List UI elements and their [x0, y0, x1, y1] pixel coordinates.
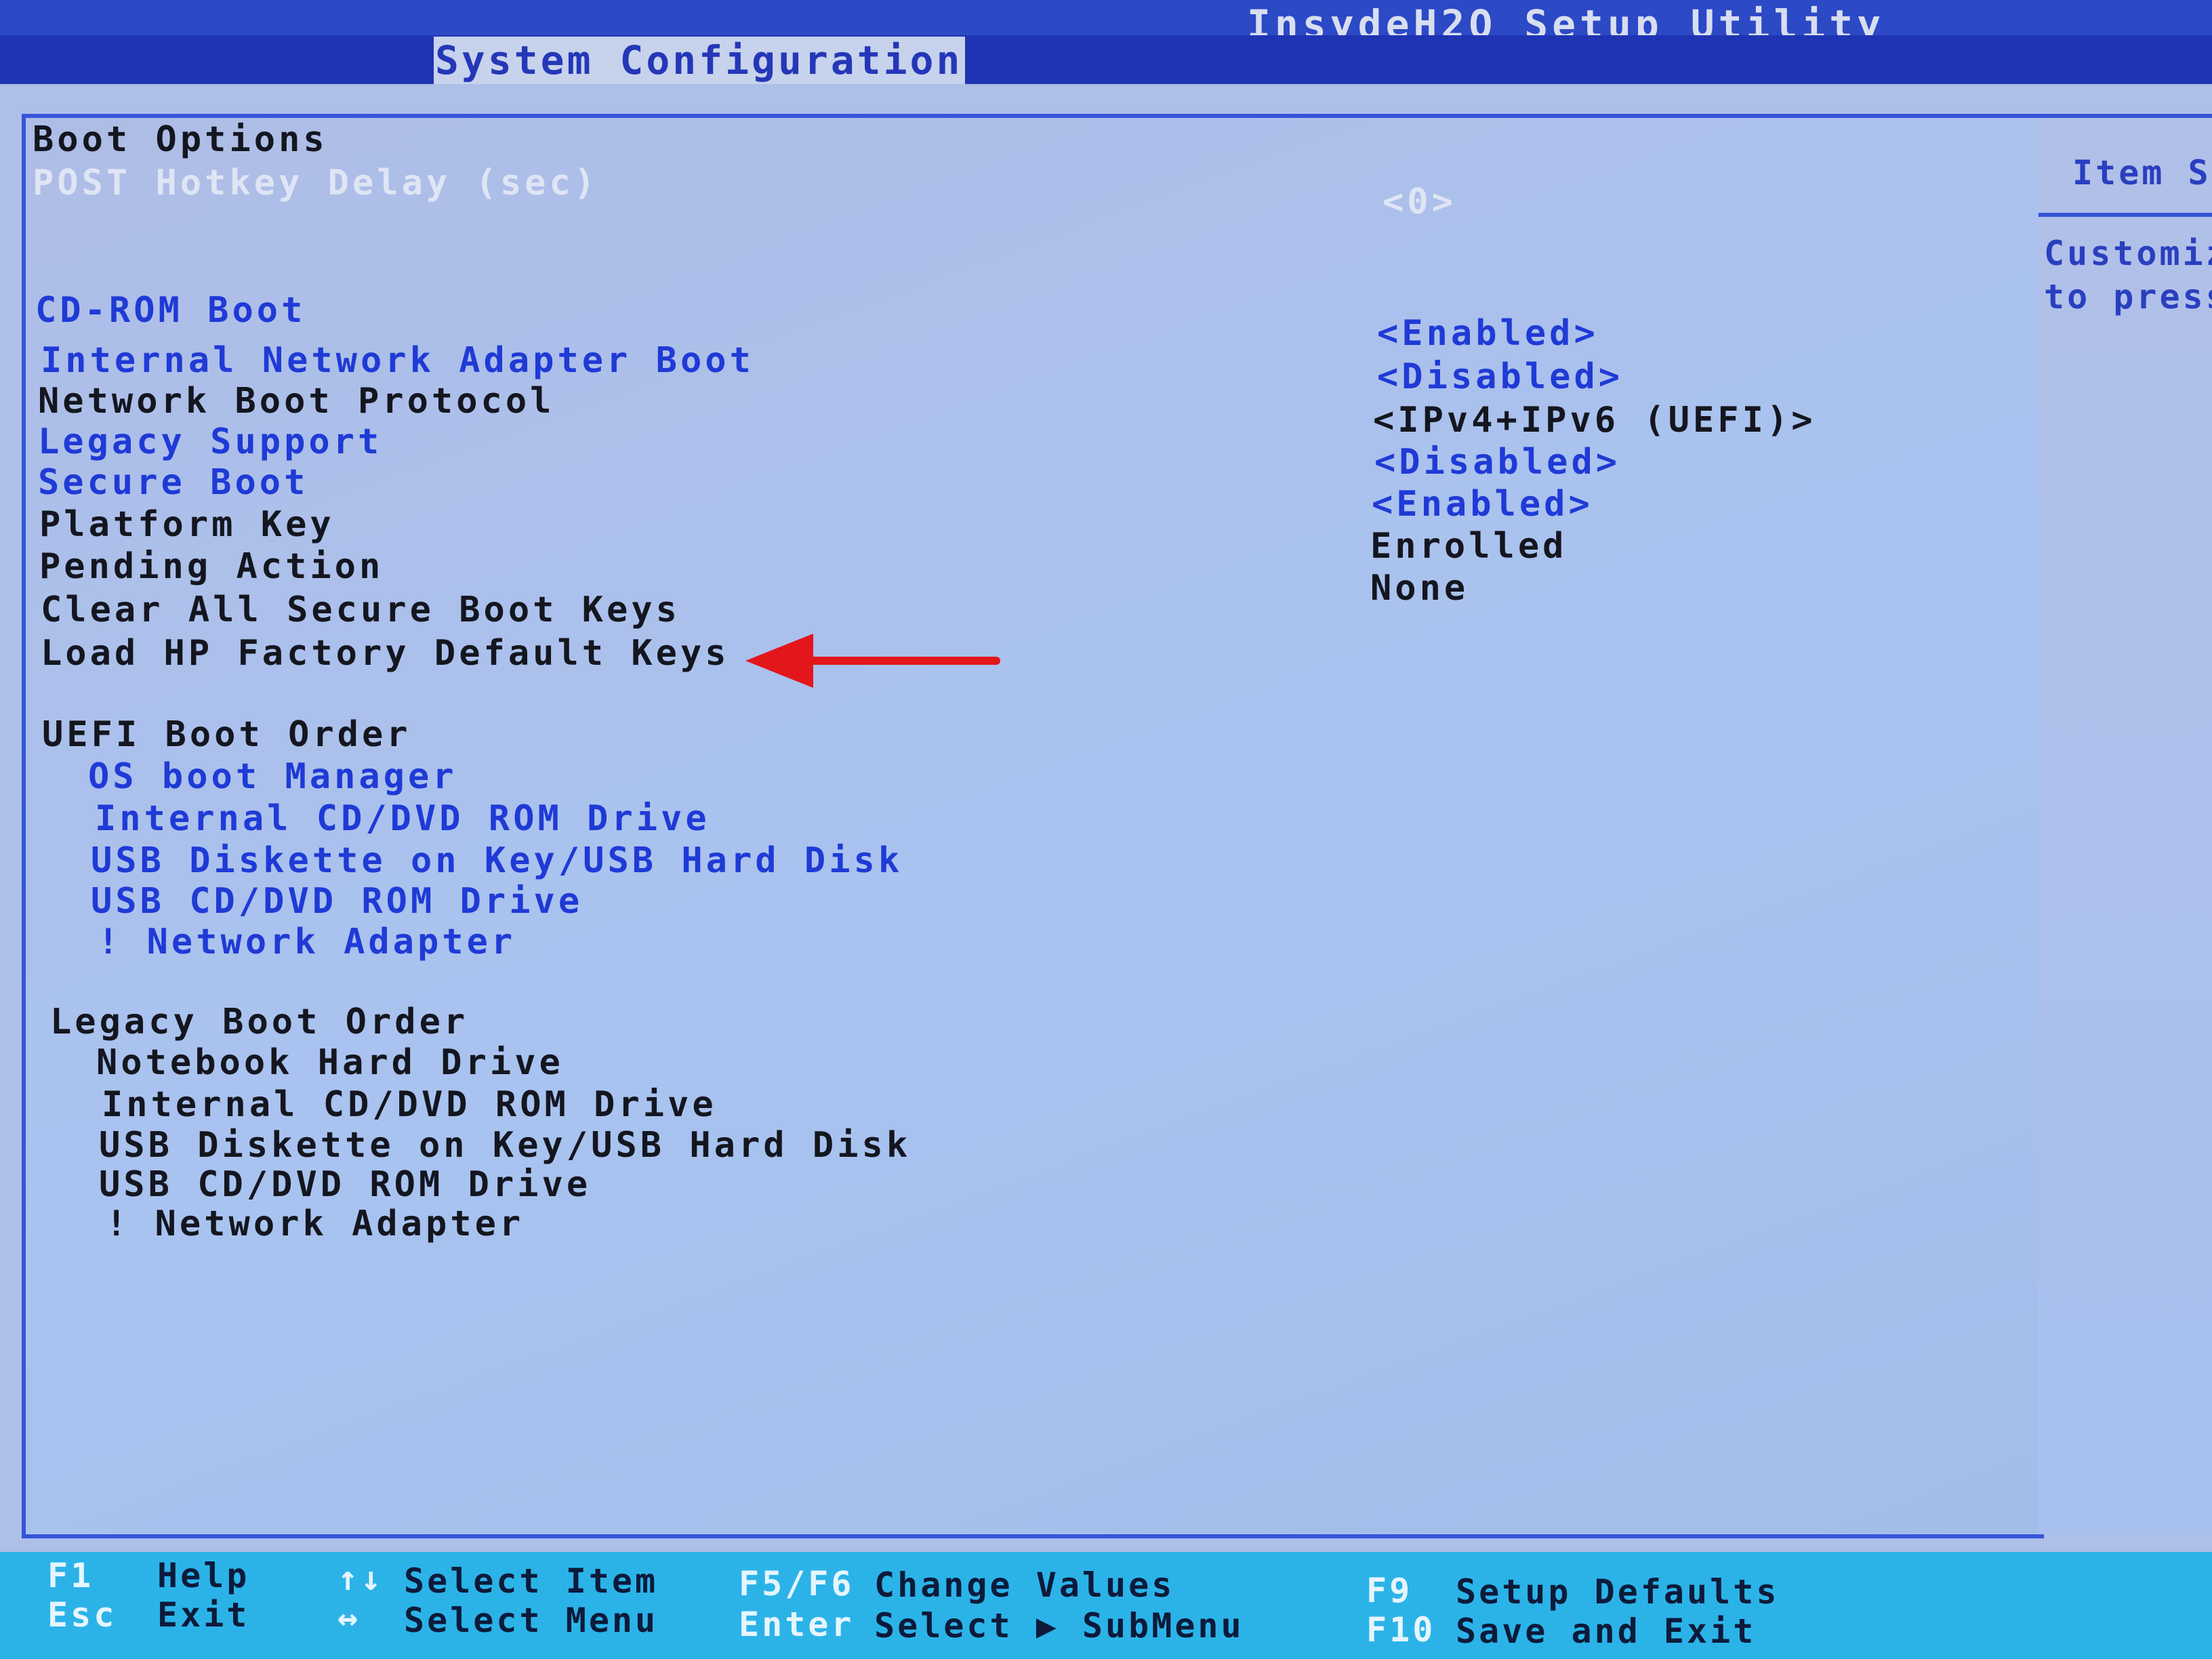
uefi-boot-item-usb-diskette[interactable]: USB Diskette on Key/USB Hard Disk [91, 840, 903, 881]
footer-desc-select-menu: Select Menu [404, 1601, 659, 1640]
footer-key-esc: Esc [47, 1595, 117, 1635]
tab-system-configuration[interactable]: System Configuration [434, 37, 966, 84]
footer-key-up-down: ↑↓ [337, 1559, 384, 1598]
legacy-boot-item-notebook-hdd: Notebook Hard Drive [96, 1042, 564, 1083]
section-title-boot-options: Boot Options [33, 119, 328, 160]
setting-platform-key-label: Platform Key [39, 504, 335, 545]
uefi-boot-item-internal-cd-dvd[interactable]: Internal CD/DVD ROM Drive [95, 798, 710, 839]
footer-key-f5-f6: F5/F6 [739, 1564, 855, 1603]
setting-network-boot-protocol-label: Network Boot Protocol [38, 381, 555, 422]
setting-secure-boot-value[interactable]: <Enabled> [1372, 484, 1593, 525]
footer-desc-exit: Exit [157, 1595, 250, 1635]
legacy-boot-item-usb-diskette: USB Diskette on Key/USB Hard Disk [99, 1125, 912, 1166]
setting-clear-secure-boot-keys[interactable]: Clear All Secure Boot Keys [41, 590, 680, 630]
red-arrow-icon [745, 634, 1000, 688]
setting-pending-action-label: Pending Action [39, 546, 384, 587]
setting-internal-network-adapter-boot-label[interactable]: Internal Network Adapter Boot [41, 340, 754, 381]
footer-desc-setup-defaults: Setup Defaults [1456, 1572, 1780, 1612]
legacy-boot-order-title: Legacy Boot Order [50, 1002, 469, 1042]
setting-pending-action-value: None [1370, 568, 1469, 609]
setting-cdrom-boot-value[interactable]: <Enabled> [1377, 313, 1599, 354]
footer-desc-select-submenu: Select ▶ SubMenu [874, 1606, 1244, 1645]
footer-key-f1: F1 [47, 1556, 94, 1595]
setting-secure-boot-label[interactable]: Secure Boot [38, 462, 308, 503]
footer-key-enter: Enter [739, 1605, 855, 1644]
uefi-boot-item-os-boot-manager[interactable]: OS boot Manager [88, 756, 457, 797]
uefi-boot-item-network-adapter[interactable]: ! Network Adapter [98, 922, 516, 962]
footer-desc-change-values: Change Values [874, 1565, 1175, 1605]
menu-bar [0, 35, 2212, 84]
help-divider [2039, 213, 2212, 217]
bios-screen: InsydeH2O Setup Utility System Configura… [0, 0, 2212, 1659]
setting-network-boot-protocol-value[interactable]: <IPv4+IPv6 (UEFI)> [1373, 400, 1816, 441]
legacy-boot-item-usb-cd-dvd: USB CD/DVD ROM Drive [99, 1164, 592, 1205]
setting-post-hotkey-delay-label: POST Hotkey Delay (sec) [33, 163, 599, 203]
setting-post-hotkey-delay-value[interactable]: <0> [1382, 182, 1456, 222]
legacy-boot-item-internal-cd-dvd: Internal CD/DVD ROM Drive [102, 1084, 717, 1125]
setting-load-hp-factory-default-keys[interactable]: Load HP Factory Default Keys [41, 633, 730, 674]
footer-key-f10: F10 [1366, 1610, 1436, 1650]
item-specific-help-panel: Item S Customiz to press [2039, 114, 2212, 1534]
footer-key-f9: F9 [1366, 1571, 1413, 1610]
setting-cdrom-boot-label[interactable]: CD-ROM Boot [35, 290, 306, 331]
footer-desc-save-and-exit: Save and Exit [1456, 1612, 1757, 1651]
footer-desc-help: Help [157, 1556, 250, 1595]
setting-legacy-support-label[interactable]: Legacy Support [38, 422, 382, 462]
footer-key-left-right: ↔ [337, 1598, 361, 1637]
setting-legacy-support-value[interactable]: <Disabled> [1374, 442, 1620, 483]
help-title: Item S [2072, 153, 2211, 192]
uefi-boot-item-usb-cd-dvd[interactable]: USB CD/DVD ROM Drive [91, 881, 583, 922]
setting-platform-key-value: Enrolled [1370, 526, 1568, 567]
setting-internal-network-adapter-boot-value[interactable]: <Disabled> [1377, 356, 1623, 397]
uefi-boot-order-title: UEFI Boot Order [42, 714, 411, 755]
footer-desc-select-item: Select Item [404, 1561, 659, 1601]
legacy-boot-item-network-adapter: ! Network Adapter [106, 1204, 525, 1244]
help-text: Customiz to press [2044, 234, 2212, 316]
